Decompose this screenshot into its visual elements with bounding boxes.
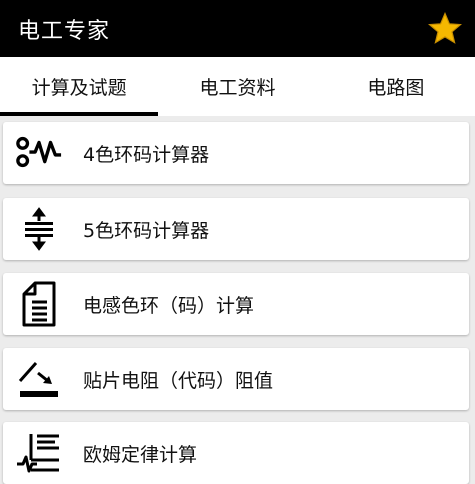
tab-calc-and-tests[interactable]: 计算及试题	[0, 57, 159, 116]
item-label: 5色环码计算器	[83, 219, 210, 242]
star-icon[interactable]	[427, 11, 463, 47]
item-label: 贴片电阻（代码）阻值	[83, 369, 274, 392]
item-label: 电感色环（码）计算	[83, 294, 255, 317]
tab-label: 计算及试题	[31, 77, 127, 99]
item-label: 欧姆定律计算	[83, 443, 198, 466]
ohms-law-icon	[15, 429, 63, 477]
tab-label: 电路图	[367, 77, 425, 99]
list-item-smd-resistor-value[interactable]: 贴片电阻（代码）阻值	[3, 348, 469, 410]
tab-bar: 计算及试题 电工资料 电路图	[0, 57, 475, 116]
document-icon	[15, 280, 63, 328]
list-item-inductor-color-code[interactable]: 电感色环（码）计算	[3, 273, 469, 335]
resistor-wave-icon	[15, 129, 63, 177]
list-item-4band-calculator[interactable]: 4色环码计算器	[3, 122, 469, 184]
tab-circuit-diagrams[interactable]: 电路图	[317, 57, 475, 116]
list-item-ohms-law[interactable]: 欧姆定律计算	[3, 422, 469, 484]
resistor-bands-icon	[15, 205, 63, 253]
tab-label: 电工资料	[199, 77, 276, 99]
app-title: 电工专家	[18, 18, 111, 44]
app-bar: 电工专家	[0, 0, 475, 57]
tab-electrician-materials[interactable]: 电工资料	[158, 57, 316, 116]
smd-resistor-icon	[15, 355, 63, 403]
item-label: 4色环码计算器	[83, 143, 210, 166]
list-item-5band-calculator[interactable]: 5色环码计算器	[3, 198, 469, 260]
